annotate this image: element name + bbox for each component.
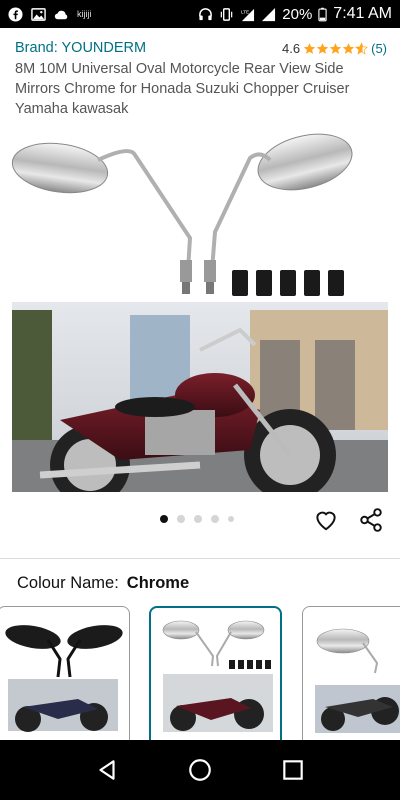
share-icon[interactable] (358, 507, 384, 533)
carousel-dot[interactable] (160, 515, 168, 523)
recents-icon[interactable] (280, 757, 306, 783)
colour-selected-value: Chrome (126, 574, 190, 592)
star-icon (342, 42, 355, 54)
rating-value: 4.6 (282, 40, 301, 56)
lte-signal-icon: LTE (241, 8, 255, 21)
facebook-icon (8, 6, 23, 22)
back-icon[interactable] (94, 757, 120, 783)
carousel-dot[interactable] (177, 515, 185, 523)
product-title: 8M 10M Universal Oval Motorcycle Rear Vi… (15, 61, 350, 117)
system-nav-bar (0, 740, 400, 800)
mirror-left (11, 142, 193, 294)
section-divider (0, 558, 400, 559)
clock: 7:41 AM (333, 5, 392, 22)
mirror-right (204, 133, 353, 294)
battery-icon (318, 7, 327, 21)
svg-text:LTE: LTE (241, 9, 249, 14)
product-page: Brand: YOUNDERM 4.6 (5) 8M 10M Universal… (0, 28, 400, 740)
vibrate-icon (221, 7, 233, 21)
star-icon (329, 42, 342, 54)
star-icon (316, 42, 329, 54)
brand-rating-row: Brand: YOUNDERM 4.6 (5) (15, 38, 387, 58)
carousel-dot[interactable] (194, 515, 202, 523)
status-bar: kijiji LTE 20% 7:41 AM (0, 0, 400, 28)
colour-name-row: Colour Name: Chrome (17, 574, 189, 593)
brand-link[interactable]: Brand: YOUNDERM (15, 40, 146, 56)
colour-label: Colour Name: (17, 574, 119, 592)
star-rating (303, 41, 369, 55)
kijiji-label: kijiji (77, 9, 92, 19)
image-carousel-dots[interactable] (160, 515, 234, 523)
half-star-icon (355, 41, 369, 55)
image-icon (31, 7, 46, 21)
battery-percent: 20% (282, 5, 313, 23)
swatch-image (162, 620, 273, 732)
heart-icon[interactable] (313, 507, 339, 533)
colour-swatch-chrome-2[interactable] (302, 606, 400, 740)
colour-swatch-black[interactable] (0, 606, 130, 740)
home-icon[interactable] (187, 757, 213, 783)
carousel-dot[interactable] (228, 516, 234, 522)
swatch-image (315, 628, 400, 733)
rating-count: (5) (371, 40, 387, 56)
cloud-icon (54, 10, 68, 19)
carousel-dot[interactable] (211, 515, 219, 523)
signal-icon (262, 7, 276, 21)
colour-swatch-chrome[interactable] (149, 606, 282, 740)
headphones-icon (199, 7, 213, 20)
motorcycle-photo (12, 302, 388, 492)
swatch-image (5, 625, 123, 732)
product-image[interactable] (0, 120, 400, 492)
adapter-bolts (232, 270, 344, 296)
rating[interactable]: 4.6 (5) (282, 41, 387, 56)
star-icon (303, 42, 316, 54)
